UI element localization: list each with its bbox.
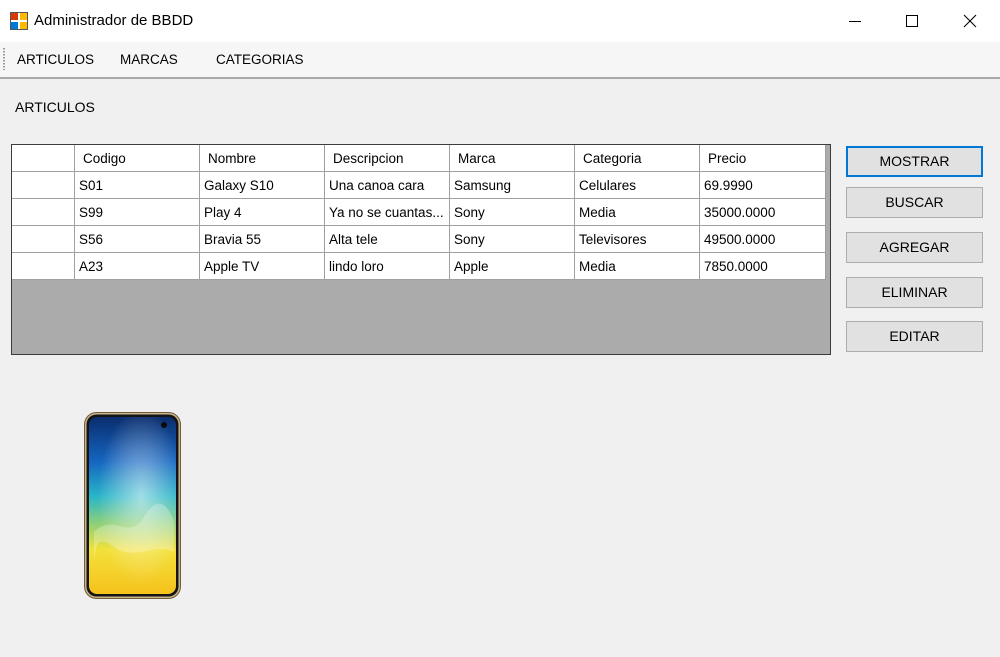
buscar-button[interactable]: BUSCAR — [846, 187, 983, 218]
cell-marca[interactable]: Samsung — [450, 172, 575, 199]
eliminar-button[interactable]: ELIMINAR — [846, 277, 983, 308]
cell-nombre[interactable]: Apple TV — [200, 253, 325, 280]
row-header-cell[interactable] — [12, 199, 75, 226]
table-row[interactable]: S01 Galaxy S10 Una canoa cara Samsung Ce… — [12, 172, 826, 199]
cell-marca[interactable]: Sony — [450, 226, 575, 253]
close-button[interactable] — [941, 0, 999, 42]
cell-precio[interactable]: 49500.0000 — [700, 226, 826, 253]
cell-descripcion[interactable]: Alta tele — [325, 226, 450, 253]
cell-codigo[interactable]: A23 — [75, 253, 200, 280]
minimize-icon — [849, 21, 861, 22]
table-row[interactable]: A23 Apple TV lindo loro Apple Media 7850… — [12, 253, 826, 280]
cell-codigo[interactable]: S56 — [75, 226, 200, 253]
cell-marca[interactable]: Apple — [450, 253, 575, 280]
maximize-button[interactable] — [883, 0, 941, 42]
cell-nombre[interactable]: Bravia 55 — [200, 226, 325, 253]
cell-descripcion[interactable]: Ya no se cuantas... — [325, 199, 450, 226]
cell-precio[interactable]: 69.9990 — [700, 172, 826, 199]
maximize-icon — [906, 15, 918, 27]
cell-categoria[interactable]: Celulares — [575, 172, 700, 199]
menu-bar: ARTICULOS MARCAS CATEGORIAS — [0, 42, 1000, 79]
cell-precio[interactable]: 7850.0000 — [700, 253, 826, 280]
mostrar-button[interactable]: MOSTRAR — [846, 146, 983, 177]
cell-nombre[interactable]: Galaxy S10 — [200, 172, 325, 199]
cell-categoria[interactable]: Televisores — [575, 226, 700, 253]
articles-grid[interactable]: Codigo Nombre Descripcion Marca Categori… — [11, 144, 831, 355]
menu-item-marcas[interactable]: MARCAS — [120, 52, 178, 67]
column-header-marca[interactable]: Marca — [450, 145, 575, 172]
section-label: ARTICULOS — [15, 99, 95, 115]
title-bar: Administrador de BBDD — [0, 0, 1000, 42]
agregar-button[interactable]: AGREGAR — [846, 232, 983, 263]
column-header-codigo[interactable]: Codigo — [75, 145, 200, 172]
cell-codigo[interactable]: S01 — [75, 172, 200, 199]
column-header-nombre[interactable]: Nombre — [200, 145, 325, 172]
cell-categoria[interactable]: Media — [575, 199, 700, 226]
cell-categoria[interactable]: Media — [575, 253, 700, 280]
grid-header-row: Codigo Nombre Descripcion Marca Categori… — [12, 145, 826, 172]
row-header-cell[interactable] — [12, 253, 75, 280]
minimize-button[interactable] — [826, 0, 884, 42]
window-title: Administrador de BBDD — [34, 12, 194, 29]
table-row[interactable]: S99 Play 4 Ya no se cuantas... Sony Medi… — [12, 199, 826, 226]
column-header-categoria[interactable]: Categoria — [575, 145, 700, 172]
cell-nombre[interactable]: Play 4 — [200, 199, 325, 226]
row-header-cell[interactable] — [12, 226, 75, 253]
table-row[interactable]: S56 Bravia 55 Alta tele Sony Televisores… — [12, 226, 826, 253]
row-header-cell[interactable] — [12, 172, 75, 199]
cell-codigo[interactable]: S99 — [75, 199, 200, 226]
smartphone-image — [84, 412, 181, 599]
editar-button[interactable]: EDITAR — [846, 321, 983, 352]
close-icon — [963, 14, 977, 28]
app-database-icon — [10, 12, 28, 30]
cell-marca[interactable]: Sony — [450, 199, 575, 226]
cell-descripcion[interactable]: lindo loro — [325, 253, 450, 280]
column-header-descripcion[interactable]: Descripcion — [325, 145, 450, 172]
column-header-precio[interactable]: Precio — [700, 145, 826, 172]
menu-item-categorias[interactable]: CATEGORIAS — [216, 52, 304, 67]
menu-grip — [3, 48, 5, 70]
grid-corner-cell[interactable] — [12, 145, 75, 172]
cell-descripcion[interactable]: Una canoa cara — [325, 172, 450, 199]
menu-item-articulos[interactable]: ARTICULOS — [17, 52, 94, 67]
cell-precio[interactable]: 35000.0000 — [700, 199, 826, 226]
